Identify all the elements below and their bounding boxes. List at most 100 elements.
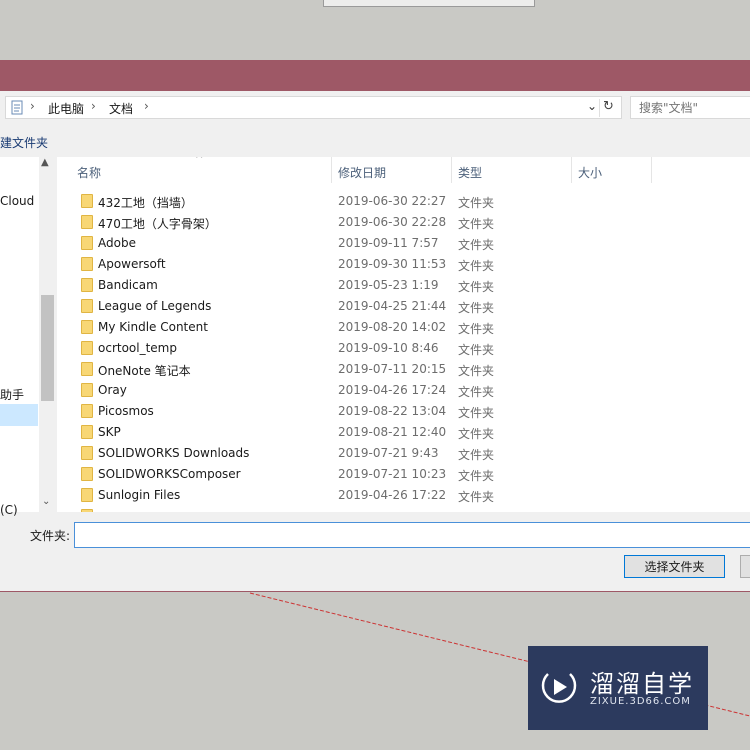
column-date-label: 修改日期: [338, 166, 387, 180]
table-row[interactable]: SOLIDWORKSComposer 2019-07-21 10:23 文件夹: [57, 464, 750, 485]
file-date: 2019-05-23 1:19: [338, 278, 439, 292]
file-name: Adobe: [98, 236, 136, 250]
file-date: 2019-06-30 22:27: [338, 194, 447, 208]
refresh-icon[interactable]: ↻: [599, 99, 617, 117]
file-name: Bandicam: [98, 278, 158, 292]
nav-scrollbar[interactable]: ▲ ⌄: [39, 157, 56, 512]
table-row[interactable]: Sunlogin Files 2019-04-26 17:22 文件夹: [57, 485, 750, 506]
column-header-name[interactable]: 名称: [57, 157, 332, 183]
document-icon: [11, 100, 23, 115]
file-name: SKP: [98, 425, 121, 439]
table-row-partial[interactable]: [57, 506, 750, 512]
table-row[interactable]: SKP 2019-08-21 12:40 文件夹: [57, 422, 750, 443]
column-name-label: 名称: [77, 166, 102, 180]
folder-input[interactable]: [75, 523, 750, 547]
table-row[interactable]: League of Legends 2019-04-25 21:44 文件夹: [57, 296, 750, 317]
column-header-date[interactable]: 修改日期: [332, 157, 452, 183]
breadcrumb-this-pc[interactable]: 此电脑: [48, 100, 84, 117]
file-type: 文件夹: [458, 406, 495, 420]
scroll-up-icon[interactable]: ▲: [41, 157, 49, 168]
address-bar[interactable]: › 此电脑 › 文档 › ⌄ ↻: [5, 96, 622, 119]
scroll-down-icon[interactable]: ⌄: [42, 496, 50, 507]
nav-item-assistant[interactable]: 助手: [0, 386, 24, 403]
file-name: Picosmos: [98, 404, 154, 418]
file-name: My Kindle Content: [98, 320, 208, 334]
file-type: 文件夹: [458, 301, 495, 315]
folder-icon: [81, 446, 93, 460]
file-rows: 432工地（挡墙） 2019-06-30 22:27 文件夹 470工地（人字骨架）…: [57, 191, 750, 512]
file-type: 文件夹: [458, 343, 495, 357]
folder-icon: [81, 488, 93, 502]
table-row[interactable]: OneNote 笔记本 2019-07-11 20:15 文件夹: [57, 359, 750, 380]
file-date: 2019-04-25 21:44: [338, 299, 447, 313]
file-name: OneNote 笔记本: [98, 364, 191, 378]
table-row[interactable]: 470工地（人字骨架） 2019-06-30 22:28 文件夹: [57, 212, 750, 233]
watermark-brand: 溜溜自学: [590, 670, 694, 698]
nav-scroll-thumb[interactable]: [41, 295, 54, 401]
cancel-button[interactable]: [740, 555, 750, 578]
folder-icon: [81, 278, 93, 292]
folder-field-label: 文件夹:: [30, 529, 71, 543]
file-name: League of Legends: [98, 299, 212, 313]
breadcrumb-documents[interactable]: 文档: [109, 100, 133, 117]
file-type: 文件夹: [458, 385, 495, 399]
select-folder-button[interactable]: 选择文件夹: [624, 555, 725, 578]
folder-icon: [81, 383, 93, 397]
file-type: 文件夹: [458, 448, 495, 462]
column-type-label: 类型: [458, 166, 483, 180]
file-date: 2019-09-30 11:53: [338, 257, 447, 271]
file-date: 2019-06-30 22:28: [338, 215, 447, 229]
file-name: SOLIDWORKS Downloads: [98, 446, 250, 460]
file-type: 文件夹: [458, 469, 495, 483]
folder-icon: [81, 194, 93, 208]
watermark-logo: 溜溜自学 ZIXUE.3D66.COM: [528, 646, 708, 730]
watermark-url: ZIXUE.3D66.COM: [590, 696, 691, 707]
folder-icon: [81, 215, 93, 229]
folder-icon: [81, 236, 93, 250]
folder-icon: [81, 425, 93, 439]
search-input[interactable]: [631, 97, 750, 118]
table-row[interactable]: 432工地（挡墙） 2019-06-30 22:27 文件夹: [57, 191, 750, 212]
table-row[interactable]: Apowersoft 2019-09-30 11:53 文件夹: [57, 254, 750, 275]
column-header-size[interactable]: 大小: [572, 157, 652, 183]
table-row[interactable]: ocrtool_temp 2019-09-10 8:46 文件夹: [57, 338, 750, 359]
table-row[interactable]: Picosmos 2019-08-22 13:04 文件夹: [57, 401, 750, 422]
file-name: Apowersoft: [98, 257, 166, 271]
chevron-right-icon: ›: [30, 99, 35, 113]
new-folder-button[interactable]: 建文件夹: [0, 134, 48, 151]
dialog-title-bar: [0, 60, 750, 91]
table-row[interactable]: My Kindle Content 2019-08-20 14:02 文件夹: [57, 317, 750, 338]
file-type: 文件夹: [458, 217, 495, 231]
top-partial-button[interactable]: [323, 0, 535, 7]
file-type: 文件夹: [458, 280, 495, 294]
file-name: 432工地（挡墙）: [98, 196, 193, 210]
table-row[interactable]: SOLIDWORKS Downloads 2019-07-21 9:43 文件夹: [57, 443, 750, 464]
file-date: 2019-08-21 12:40: [338, 425, 447, 439]
chevron-down-icon[interactable]: ⌄: [587, 99, 597, 113]
navigation-pane: Cloud F 助手 (C) ▲ ⌄: [0, 157, 56, 517]
table-row[interactable]: Bandicam 2019-05-23 1:19 文件夹: [57, 275, 750, 296]
file-date: 2019-04-26 17:22: [338, 488, 447, 502]
folder-picker-dialog: › 此电脑 › 文档 › ⌄ ↻ 建文件夹 Cloud F 助手 (C) ▲ ⌄…: [0, 91, 750, 591]
chevron-right-icon: ›: [91, 99, 96, 113]
file-name: Sunlogin Files: [98, 488, 181, 502]
nav-item-partial[interactable]: [0, 160, 6, 174]
column-size-label: 大小: [578, 166, 603, 180]
file-name: Oray: [98, 383, 127, 397]
nav-item-drive-c[interactable]: (C): [0, 503, 18, 517]
file-type: 文件夹: [458, 322, 495, 336]
folder-icon: [81, 320, 93, 334]
selected-nav-item-highlight[interactable]: [0, 404, 38, 426]
file-date: 2019-08-22 13:04: [338, 404, 447, 418]
table-row[interactable]: Adobe 2019-09-11 7:57 文件夹: [57, 233, 750, 254]
file-type: 文件夹: [458, 364, 495, 378]
search-box[interactable]: [630, 96, 750, 119]
table-row[interactable]: Oray 2019-04-26 17:24 文件夹: [57, 380, 750, 401]
file-date: 2019-04-26 17:24: [338, 383, 447, 397]
chevron-right-icon[interactable]: ›: [144, 99, 149, 113]
file-list: ^ 名称 修改日期 类型 大小 432工地（挡墙） 2019-06-30 22:2…: [57, 157, 750, 512]
folder-field[interactable]: [74, 522, 750, 548]
folder-icon: [81, 257, 93, 271]
column-header-type[interactable]: 类型: [452, 157, 572, 183]
file-date: 2019-09-11 7:57: [338, 236, 439, 250]
